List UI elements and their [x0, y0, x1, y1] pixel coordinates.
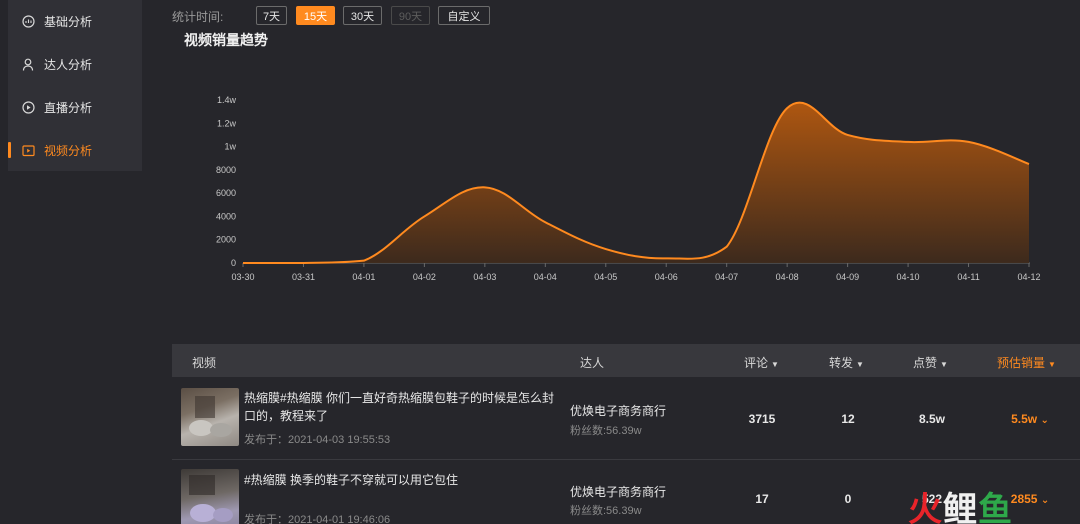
video-thumbnail[interactable] — [181, 469, 239, 524]
y-tick-label: 6000 — [216, 188, 236, 198]
creator-name[interactable]: 优焕电子商务商行 — [570, 483, 666, 500]
header-sales-label: 预估销量 — [997, 356, 1046, 370]
y-tick-label: 2000 — [216, 235, 236, 245]
creator-fans: 粉丝数:56.39w — [570, 425, 642, 437]
x-tick-label: 04-06 — [655, 272, 678, 282]
sales-value-label: 5.5w — [1011, 412, 1038, 426]
sort-down-icon: ▼ — [856, 360, 864, 369]
y-tick-label: 4000 — [216, 211, 236, 221]
comments-count: 17 — [755, 492, 769, 506]
header-likes-label: 点赞 — [913, 356, 938, 370]
video-title[interactable]: #热缩膜 换季的鞋子不穿就可以用它包住 — [244, 471, 554, 489]
x-tick-label: 04-03 — [473, 272, 496, 282]
shares-count: 0 — [844, 492, 852, 506]
x-tick-label: 04-05 — [594, 272, 617, 282]
creator-name[interactable]: 优焕电子商务商行 — [570, 402, 666, 419]
y-tick-label: 1.2w — [217, 118, 237, 128]
x-tick-label: 04-04 — [534, 272, 557, 282]
table-header: 视频 达人 评论 ▼ 转发 ▼ 点赞 ▼ 预估销量 ▼ — [172, 344, 1080, 377]
watermark-char: 鱼 — [978, 491, 1013, 524]
watermark-char: 鲤 — [943, 491, 978, 524]
sales-value[interactable]: 5.5w ⌄ — [1000, 412, 1060, 426]
x-tick-label: 03-30 — [231, 272, 254, 282]
video-title[interactable]: 热缩膜#热缩膜 你们一直好奇热缩膜包鞋子的时候是怎么封口的，教程来了 — [244, 389, 554, 425]
video-date: 发布于：2021-04-03 19:55:53 — [244, 434, 391, 446]
video-date: 发布于：2021-04-01 19:46:06 — [244, 514, 391, 524]
table-row[interactable]: 热缩膜#热缩膜 你们一直好奇热缩膜包鞋子的时候是怎么封口的，教程来了 发布于：2… — [172, 378, 1080, 460]
comments-count: 3715 — [748, 412, 776, 426]
header-likes-sort[interactable]: 点赞 ▼ — [913, 354, 948, 371]
x-tick-label: 04-07 — [715, 272, 738, 282]
x-tick-label: 04-02 — [413, 272, 436, 282]
watermark-char: 火 — [908, 491, 943, 524]
y-tick-label: 1w — [224, 142, 236, 152]
sort-down-icon: ▼ — [940, 360, 948, 369]
header-sales-sort[interactable]: 预估销量 ▼ — [997, 354, 1056, 371]
chevron-down-icon: ⌄ — [1040, 495, 1050, 506]
y-tick-label: 1.4w — [217, 95, 237, 105]
chevron-down-icon: ⌄ — [1040, 415, 1049, 426]
x-tick-label: 04-09 — [836, 272, 859, 282]
x-tick-label: 04-08 — [776, 272, 799, 282]
area-fill — [243, 102, 1029, 263]
header-shares-label: 转发 — [829, 356, 854, 370]
sort-down-icon: ▼ — [1048, 360, 1056, 369]
x-tick-label: 04-12 — [1017, 272, 1040, 282]
likes-count: 8.5w — [918, 412, 945, 426]
header-comments-sort[interactable]: 评论 ▼ — [744, 354, 779, 371]
watermark-logo: 火鲤鱼 — [908, 482, 1013, 524]
x-tick-label: 04-10 — [897, 272, 920, 282]
video-thumbnail[interactable] — [181, 388, 239, 446]
sort-down-icon: ▼ — [771, 360, 779, 369]
header-comments-label: 评论 — [744, 356, 769, 370]
header-shares-sort[interactable]: 转发 ▼ — [829, 354, 864, 371]
creator-fans: 粉丝数:56.39w — [570, 505, 642, 517]
shares-count: 12 — [841, 412, 855, 426]
x-tick-label: 04-01 — [352, 272, 375, 282]
sales-value-label: 2855 — [1010, 492, 1038, 506]
header-creator: 达人 — [580, 356, 605, 370]
x-tick-label: 03-31 — [292, 272, 315, 282]
header-video: 视频 — [192, 356, 217, 370]
sales-trend-chart: 0 2000 4000 6000 8000 1w 1.2w 1.4w 03-30 03-31 04… — [216, 95, 1041, 282]
y-tick-label: 0 — [231, 258, 236, 268]
x-tick-label: 04-11 — [957, 272, 979, 282]
y-tick-label: 8000 — [216, 165, 236, 175]
